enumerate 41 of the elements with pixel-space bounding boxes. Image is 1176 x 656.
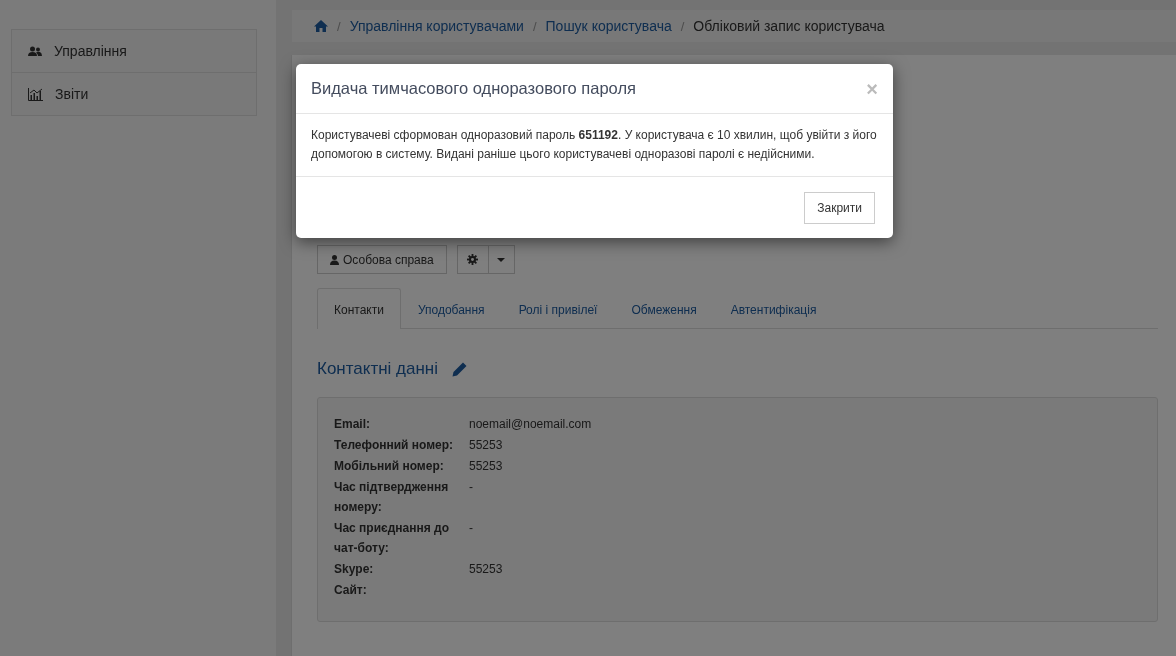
breadcrumb-current: Обліковий запис користувача <box>693 18 885 34</box>
breadcrumb-separator: / <box>680 18 685 34</box>
section-title: Контактні данні <box>317 359 439 379</box>
tab[interactable]: Обмеження <box>614 288 714 329</box>
tab[interactable]: Ролі і привілеї <box>501 288 615 329</box>
pencil-icon[interactable] <box>452 361 468 377</box>
sidebar-item[interactable]: Звіти <box>12 72 256 115</box>
tab[interactable]: Уподобання <box>400 288 502 329</box>
breadcrumb-link[interactable]: Управління користувачами <box>349 18 524 34</box>
field-value: 55253 <box>469 458 503 475</box>
field-label: Мобільний номер: <box>334 458 445 475</box>
tab[interactable]: Автентифікація <box>713 288 834 329</box>
field-value: - <box>469 520 473 537</box>
field-value: 55253 <box>469 561 503 578</box>
field-label: Час приєднання до чат-боту: <box>334 520 450 557</box>
gear-icon <box>467 254 479 265</box>
profile-button[interactable]: Особова справа <box>317 245 447 274</box>
breadcrumb-link[interactable]: Пошук користувача <box>545 18 672 34</box>
field-label: Skype: <box>334 561 375 578</box>
caret-icon <box>497 257 506 262</box>
field-label: Телефонний номер: <box>334 437 455 454</box>
dialog-message: Користувачеві сформован одноразовий пароль 651192. У користувача є 10 хвилин, щоб увійти з його допомогою в систему. Видані раніше цього користувачеві одноразові паролі є недійсними. <box>311 127 878 163</box>
tab[interactable]: Контакти <box>317 288 401 329</box>
breadcrumb-separator: / <box>337 18 341 34</box>
field-value: 55253 <box>469 437 503 454</box>
close-dialog-button[interactable]: Закрити <box>804 192 875 224</box>
breadcrumb-separator: / <box>532 18 537 34</box>
person-icon <box>330 254 339 265</box>
sidebar-item[interactable]: Управління <box>12 30 256 72</box>
users-icon <box>28 45 42 57</box>
chart-icon <box>28 87 43 101</box>
home-icon[interactable] <box>314 20 328 32</box>
field-label: Email: <box>334 416 371 433</box>
field-label: Час підтвердження номеру: <box>334 479 450 516</box>
dialog-title: Видача тимчасового одноразового пароля <box>311 79 636 98</box>
field-value: - <box>469 479 473 496</box>
dropdown-button[interactable] <box>488 245 515 274</box>
field-label: Сайт: <box>334 582 368 599</box>
field-value: noemail@noemail.com <box>469 416 592 433</box>
close-button[interactable]: × <box>866 78 878 99</box>
settings-button[interactable] <box>456 245 489 274</box>
